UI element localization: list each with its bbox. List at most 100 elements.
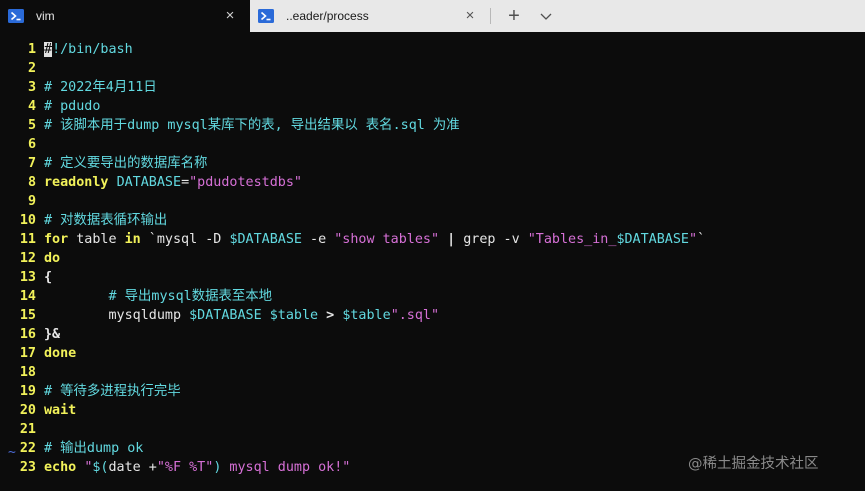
powershell-icon xyxy=(8,8,24,24)
code-token: $table xyxy=(342,308,391,323)
line-number: 16 xyxy=(19,327,36,342)
line-number: 1 xyxy=(27,42,36,57)
code-line: 10 # 对数据表循环输出 xyxy=(0,211,167,230)
code-token: "Tables_in_ xyxy=(527,232,617,247)
line-number: 11 xyxy=(19,232,36,247)
code-token: $table xyxy=(269,308,319,323)
code-line: 7 # 定义要导出的数据库名称 xyxy=(0,154,207,173)
code-text: do xyxy=(44,249,60,268)
code-token: $DATABASE xyxy=(189,308,262,323)
code-token: date + xyxy=(108,460,157,475)
line-number: 7 xyxy=(27,156,36,171)
tab-label: vim xyxy=(36,9,55,23)
code-token: # 输出dump ok xyxy=(44,441,144,456)
code-token: "show tables" xyxy=(334,232,440,247)
code-token: ".sql" xyxy=(390,308,440,323)
tab-vim[interactable]: vim × xyxy=(0,0,250,32)
code-line: 20 wait xyxy=(0,401,76,420)
code-token: # 定义要导出的数据库名称 xyxy=(44,156,208,171)
close-icon[interactable]: × xyxy=(222,8,238,24)
code-text: #!/bin/bash xyxy=(44,40,133,59)
code-line: 15 mysqldump $DATABASE $table > $table".… xyxy=(0,306,439,325)
code-text: # 该脚本用于dump mysql某库下的表, 导出结果以 表名.sql 为准 xyxy=(44,116,460,135)
line-number: 18 xyxy=(19,365,36,380)
code-text: { xyxy=(44,268,52,287)
new-tab-button[interactable]: + xyxy=(505,6,523,26)
line-number: 19 xyxy=(19,384,36,399)
code-line: 14 # 导出mysql数据表至本地 xyxy=(0,287,272,306)
tab-bar: vim × ..eader/process × + xyxy=(0,0,865,32)
code-token: # 等待多进程执行完毕 xyxy=(44,384,181,399)
code-token: in xyxy=(124,232,141,247)
code-line: 18 xyxy=(0,363,36,382)
code-text: mysqldump $DATABASE $table > $table".sql… xyxy=(44,306,439,325)
code-text: readonly DATABASE="pdudotestdbs" xyxy=(44,173,302,192)
line-number: 17 xyxy=(19,346,36,361)
code-token: # pdudo xyxy=(44,99,101,114)
code-line: 17 done xyxy=(0,344,76,363)
line-number: 23 xyxy=(19,460,36,475)
code-token: ` xyxy=(697,232,706,247)
code-line: 16 }& xyxy=(0,325,60,344)
code-token: $DATABASE xyxy=(616,232,689,247)
line-number: 8 xyxy=(27,175,36,190)
code-line: 4 # pdudo xyxy=(0,97,101,116)
code-token: readonly xyxy=(44,175,117,190)
code-text: for table in `mysql -D $DATABASE -e "sho… xyxy=(44,230,705,249)
code-token: "pdudotestdbs" xyxy=(189,175,302,190)
code-text: # 导出mysql数据表至本地 xyxy=(44,287,272,306)
empty-line-tilde: ~ xyxy=(8,445,16,460)
watermark: @稀土掘金技术社区 xyxy=(688,456,819,472)
code-line: 19 # 等待多进程执行完毕 xyxy=(0,382,181,401)
code-token: -e xyxy=(302,232,335,247)
code-token: DATABASE xyxy=(116,175,182,190)
code-token: | xyxy=(439,232,464,247)
line-number: 21 xyxy=(19,422,36,437)
code-token: $( xyxy=(92,460,109,475)
code-line: 23 echo "$(date +"%F %T") mysql dump ok!" xyxy=(0,458,351,477)
line-number: 3 xyxy=(27,80,36,95)
code-text: wait xyxy=(44,401,76,420)
code-text: # 输出dump ok xyxy=(44,439,143,458)
code-token: # 该脚本用于dump mysql某库下的表, 导出结果以 表名.sql 为准 xyxy=(44,118,460,133)
code-token: mysqldump xyxy=(44,308,190,323)
line-number: 4 xyxy=(27,99,36,114)
line-number: 22 xyxy=(19,441,36,456)
code-token: grep -v xyxy=(463,232,528,247)
chevron-down-icon[interactable] xyxy=(538,8,554,24)
code-token: table xyxy=(68,232,125,247)
line-number: 12 xyxy=(19,251,36,266)
code-text: }& xyxy=(44,325,60,344)
line-number: 10 xyxy=(19,213,36,228)
code-line: 3 # 2022年4月11日 xyxy=(0,78,157,97)
code-token: # 对数据表循环输出 xyxy=(44,213,168,228)
code-line: 9 xyxy=(0,192,36,211)
close-icon[interactable]: × xyxy=(462,8,478,24)
terminal-pane[interactable]: 1 #!/bin/bash 2 3 # 2022年4月11日 4 # pdudo 5 # 该脚本… xyxy=(0,32,865,491)
line-number: 13 xyxy=(19,270,36,285)
line-number: 20 xyxy=(19,403,36,418)
code-text: # 2022年4月11日 xyxy=(44,78,157,97)
code-text: # 等待多进程执行完毕 xyxy=(44,382,181,401)
code-token: # 2022年4月11日 xyxy=(44,80,157,95)
line-number: 14 xyxy=(19,289,36,304)
line-number: 6 xyxy=(27,137,36,152)
code-line: 2 xyxy=(0,59,36,78)
tab-process[interactable]: ..eader/process × xyxy=(250,0,490,32)
line-number: 5 xyxy=(27,118,36,133)
code-line: 11 for table in `mysql -D $DATABASE -e "s… xyxy=(0,230,705,249)
code-text: # 定义要导出的数据库名称 xyxy=(44,154,207,173)
line-number: 2 xyxy=(27,61,36,76)
code-token: # 导出mysql数据表至本地 xyxy=(44,289,273,304)
code-token: done xyxy=(44,346,77,361)
code-token: " xyxy=(689,232,698,247)
code-token: $DATABASE xyxy=(229,232,302,247)
code-token: echo xyxy=(44,460,85,475)
tab-divider xyxy=(490,8,491,24)
line-number: 15 xyxy=(19,308,36,323)
code-line: 5 # 该脚本用于dump mysql某库下的表, 导出结果以 表名.sql 为准 xyxy=(0,116,460,135)
code-token: !/bin/bash xyxy=(52,42,133,57)
code-line: 13 { xyxy=(0,268,52,287)
code-text: echo "$(date +"%F %T") mysql dump ok!" xyxy=(44,458,350,477)
